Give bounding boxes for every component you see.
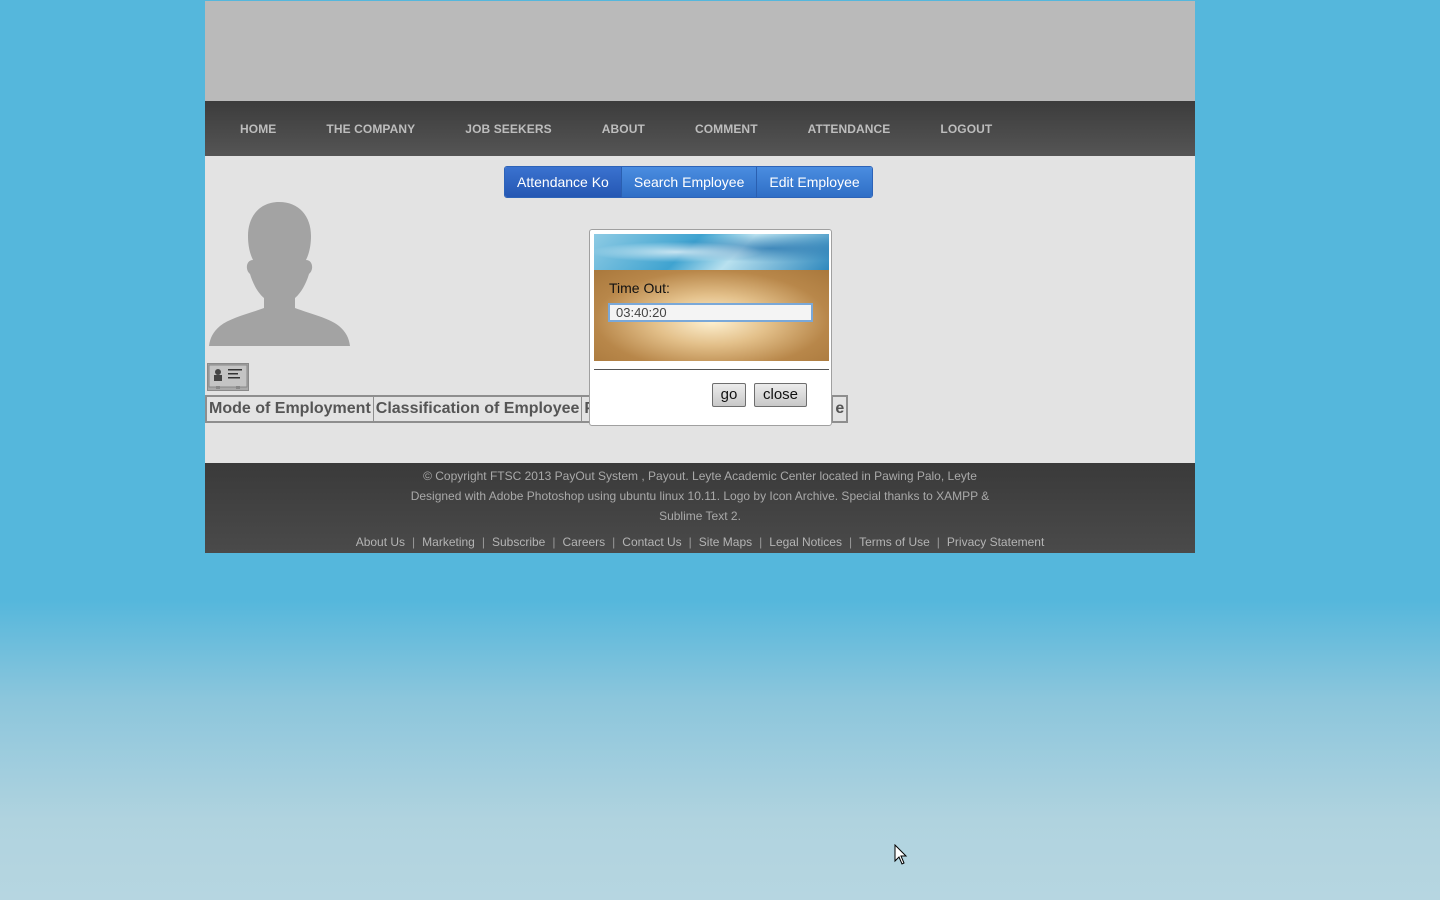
nav-logout[interactable]: LOGOUT — [915, 122, 1017, 136]
footer-link-site-maps[interactable]: Site Maps — [699, 535, 752, 549]
footer-link-careers[interactable]: Careers — [562, 535, 605, 549]
tab-edit-employee[interactable]: Edit Employee — [756, 167, 872, 197]
nav-comment[interactable]: COMMENT — [670, 122, 783, 136]
subtab-bar: Attendance Ko Search Employee Edit Emplo… — [504, 166, 873, 198]
dialog-banner — [594, 234, 829, 271]
user-silhouette-icon — [209, 202, 350, 346]
mouse-pointer-icon — [894, 844, 908, 865]
close-button[interactable]: close — [754, 383, 807, 407]
footer-separator: | — [688, 535, 692, 549]
footer-separator: | — [848, 535, 853, 549]
footer-links: About Us | Marketing | Subscribe | Careers | Con… — [205, 535, 1195, 549]
time-out-label: Time Out: — [609, 280, 670, 296]
footer-link-privacy-statement[interactable]: Privacy Statement — [947, 535, 1044, 549]
footer-link-legal-notices[interactable]: Legal Notices — [769, 535, 842, 549]
nav-attendance[interactable]: ATTENDANCE — [783, 122, 916, 136]
nav-about[interactable]: ABOUT — [577, 122, 670, 136]
footer-separator: | — [936, 535, 940, 549]
footer-separator: | — [412, 535, 416, 549]
nav-job-seekers[interactable]: JOB SEEKERS — [440, 122, 576, 136]
time-out-dialog: Time Out: go close — [589, 229, 832, 426]
footer-link-contact-us[interactable]: Contact Us — [622, 535, 681, 549]
header-banner — [205, 1, 1195, 101]
footer-separator: | — [481, 535, 485, 549]
col-classification-of-employee: Classification of Employee — [372, 395, 583, 423]
time-out-input[interactable] — [608, 303, 813, 322]
tab-attendance-ko[interactable]: Attendance Ko — [505, 167, 621, 197]
main-navbar: HOME THE COMPANY JOB SEEKERS ABOUT COMME… — [205, 101, 1195, 156]
dialog-body: Time Out: — [594, 270, 829, 361]
col-mode-of-employment: Mode of Employment — [205, 395, 374, 423]
dialog-divider — [594, 369, 829, 370]
go-button[interactable]: go — [712, 383, 746, 407]
footer-link-about-us[interactable]: About Us — [356, 535, 405, 549]
footer-link-marketing[interactable]: Marketing — [422, 535, 475, 549]
footer-designed-line1: Designed with Adobe Photoshop using ubun… — [410, 489, 990, 503]
footer-link-terms-of-use[interactable]: Terms of Use — [859, 535, 930, 549]
footer-copyright: © Copyright FTSC 2013 PayOut System , Pa… — [423, 469, 977, 483]
nav-the-company[interactable]: THE COMPANY — [301, 122, 440, 136]
col-partial-header-end: e — [832, 395, 848, 423]
nav-home[interactable]: HOME — [215, 122, 301, 136]
footer-separator: | — [552, 535, 556, 549]
footer-credits: © Copyright FTSC 2013 PayOut System , Pa… — [205, 466, 1195, 526]
footer-designed-line2: Sublime Text 2. — [659, 509, 741, 523]
footer: © Copyright FTSC 2013 PayOut System , Pa… — [205, 463, 1195, 553]
id-card-icon[interactable] — [207, 363, 249, 391]
footer-separator: | — [612, 535, 616, 549]
footer-separator: | — [759, 535, 763, 549]
footer-link-subscribe[interactable]: Subscribe — [492, 535, 545, 549]
tab-search-employee[interactable]: Search Employee — [620, 167, 757, 197]
